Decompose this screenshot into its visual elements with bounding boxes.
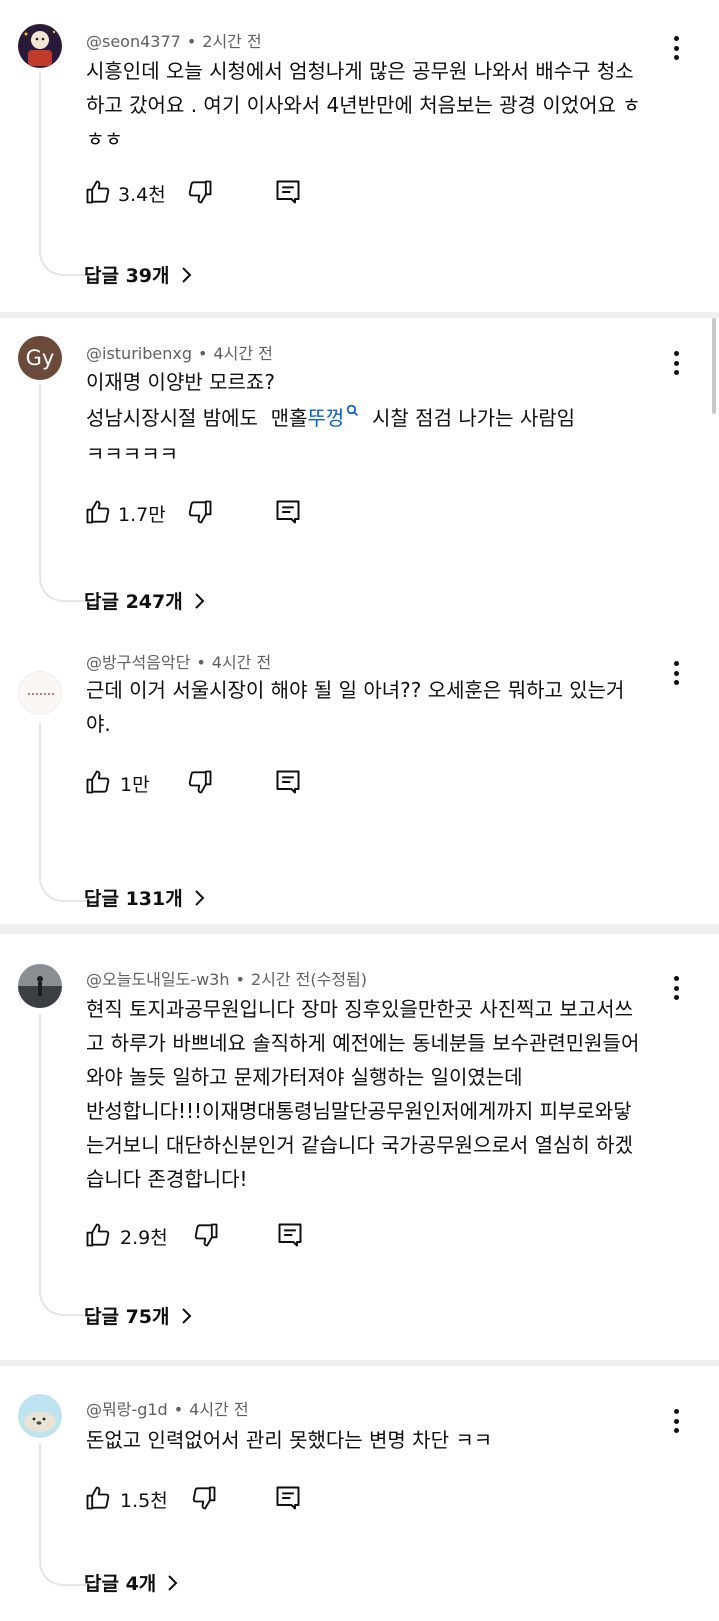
comment-text: 이재명 이양반 모르죠? 성남시장시절 밤에도 맨홀뚜껑 시찰 점검 나가는 사… [86, 370, 576, 466]
replies-label: 답글 75개 [84, 1306, 170, 1328]
dislike-button[interactable] [190, 1484, 218, 1516]
thread-connector [39, 72, 89, 276]
author-name[interactable]: @오늘도내일도-w3h [86, 970, 230, 989]
reply-comment-icon [276, 180, 300, 204]
scrollbar[interactable] [712, 318, 716, 414]
thumbs-down-icon [188, 500, 212, 524]
comment-text: 시흥인데 오늘 시청에서 엄청나게 많은 공무원 나와서 배수구 청소 하고 갔… [86, 59, 641, 151]
comment-meta: @뭐랑-g1d • 4시간 전 [86, 1396, 249, 1420]
like-count: 3.4천 [118, 184, 166, 206]
reply-comment-icon [276, 770, 300, 794]
separator: • [186, 32, 197, 51]
more-actions-button[interactable] [666, 973, 686, 1003]
author-name[interactable]: @방구석음악단 [86, 653, 190, 672]
comment-meta: @isturibenxg • 4시간 전 [86, 340, 273, 364]
more-actions-button[interactable] [666, 33, 686, 63]
comment-meta: @방구석음악단 • 4시간 전 [86, 649, 271, 673]
thread-connector [39, 1444, 89, 1586]
view-replies-button[interactable]: 답글 247개 [84, 587, 205, 614]
thumbs-down-icon [188, 180, 212, 204]
replies-label: 답글 4개 [84, 1573, 157, 1595]
comment-card: @오늘도내일도-w3h • 2시간 전(수정됨) 현직 토지과공무원입니다 장마 징… [0, 934, 719, 1360]
timestamp[interactable]: 2시간 전(수정됨) [251, 970, 367, 989]
dislike-button[interactable] [186, 178, 214, 210]
thumbs-down-icon [192, 1486, 216, 1510]
thumbs-down-icon [194, 1223, 218, 1247]
comment-card: @뭐랑-g1d • 4시간 전 돈없고 인력없어서 관리 못했다는 변명 차단 ㅋㅋ… [0, 1366, 719, 1621]
timestamp[interactable]: 4시간 전 [212, 653, 271, 672]
comment-card: @seon4377 • 2시간 전 시흥인데 오늘 시청에서 엄청나게 많은 공무원… [0, 0, 719, 312]
avatar[interactable]: Gy [18, 336, 62, 380]
more-actions-button[interactable] [666, 1406, 686, 1436]
reply-button[interactable] [276, 1221, 304, 1253]
chevron-right-icon [195, 592, 205, 609]
comment-meta: @오늘도내일도-w3h • 2시간 전(수정됨) [86, 966, 367, 990]
author-name[interactable]: @뭐랑-g1d [86, 1400, 168, 1419]
reply-button[interactable] [274, 1484, 302, 1516]
kebab-menu-icon [673, 351, 679, 356]
timestamp[interactable]: 4시간 전 [213, 344, 272, 363]
reply-button[interactable] [274, 768, 302, 800]
reply-comment-icon [276, 1486, 300, 1510]
reply-button[interactable] [274, 498, 302, 530]
separator: • [173, 1400, 184, 1419]
replies-label: 답글 39개 [84, 265, 170, 287]
comment-text: 근데 이거 서울시장이 해야 될 일 아녀?? 오세훈은 뭐하고 있는거 야. [86, 678, 625, 736]
comment-card: Gy @isturibenxg • 4시간 전 이재명 이양반 모르죠? 성남시장시… [0, 318, 719, 924]
separator: • [235, 970, 245, 989]
view-replies-button[interactable]: 답글 75개 [84, 1302, 192, 1329]
comment-meta: @seon4377 • 2시간 전 [86, 28, 262, 52]
like-count: 1만 [120, 774, 150, 796]
view-replies-button[interactable]: 답글 39개 [84, 261, 192, 288]
avatar[interactable] [18, 671, 62, 715]
reply-button[interactable] [274, 178, 302, 210]
chevron-right-icon [181, 266, 191, 283]
dislike-button[interactable] [186, 498, 214, 530]
avatar[interactable] [18, 964, 62, 1008]
like-count: 2.9천 [120, 1227, 168, 1249]
avatar[interactable] [18, 24, 62, 68]
search-link[interactable]: 뚜껑 [307, 406, 344, 430]
chevron-right-icon [195, 889, 205, 906]
reply-comment-icon [276, 500, 300, 524]
search-icon [347, 405, 359, 417]
chevron-right-icon [168, 1574, 178, 1591]
view-replies-button[interactable]: 답글 4개 [84, 1569, 178, 1596]
kebab-menu-icon [673, 976, 679, 981]
dislike-button[interactable] [186, 768, 214, 800]
like-count: 1.7만 [118, 504, 166, 526]
separator: • [197, 344, 208, 363]
author-name[interactable]: @seon4377 [86, 32, 181, 51]
kebab-menu-icon [673, 36, 679, 41]
like-count: 1.5천 [120, 1490, 168, 1512]
avatar-initials: Gy [25, 346, 55, 370]
replies-label: 답글 247개 [84, 591, 183, 613]
comment-text: 돈없고 인력없어서 관리 못했다는 변명 차단 ㅋㅋ [86, 1428, 493, 1452]
chevron-right-icon [181, 1307, 191, 1324]
timestamp[interactable]: 4시간 전 [189, 1400, 248, 1419]
comment-text: 현직 토지과공무원입니다 장마 징후있을만한곳 사진찍고 보고서쓰 고 하루가 … [86, 997, 640, 1191]
avatar[interactable] [18, 1394, 62, 1438]
thread-connector [39, 1014, 89, 1316]
dislike-button[interactable] [192, 1221, 220, 1253]
thread-connector [39, 384, 89, 602]
kebab-menu-icon [673, 661, 679, 666]
replies-label: 답글 131개 [84, 888, 183, 910]
author-name[interactable]: @isturibenxg [86, 344, 192, 363]
view-replies-button[interactable]: 답글 131개 [84, 884, 205, 911]
reply-comment-icon [278, 1223, 302, 1247]
thread-connector [39, 722, 89, 902]
thumbs-down-icon [188, 770, 212, 794]
timestamp[interactable]: 2시간 전 [202, 32, 261, 51]
more-actions-button[interactable] [666, 658, 686, 688]
kebab-menu-icon [673, 1409, 679, 1414]
separator: • [196, 653, 206, 672]
more-actions-button[interactable] [666, 348, 686, 378]
